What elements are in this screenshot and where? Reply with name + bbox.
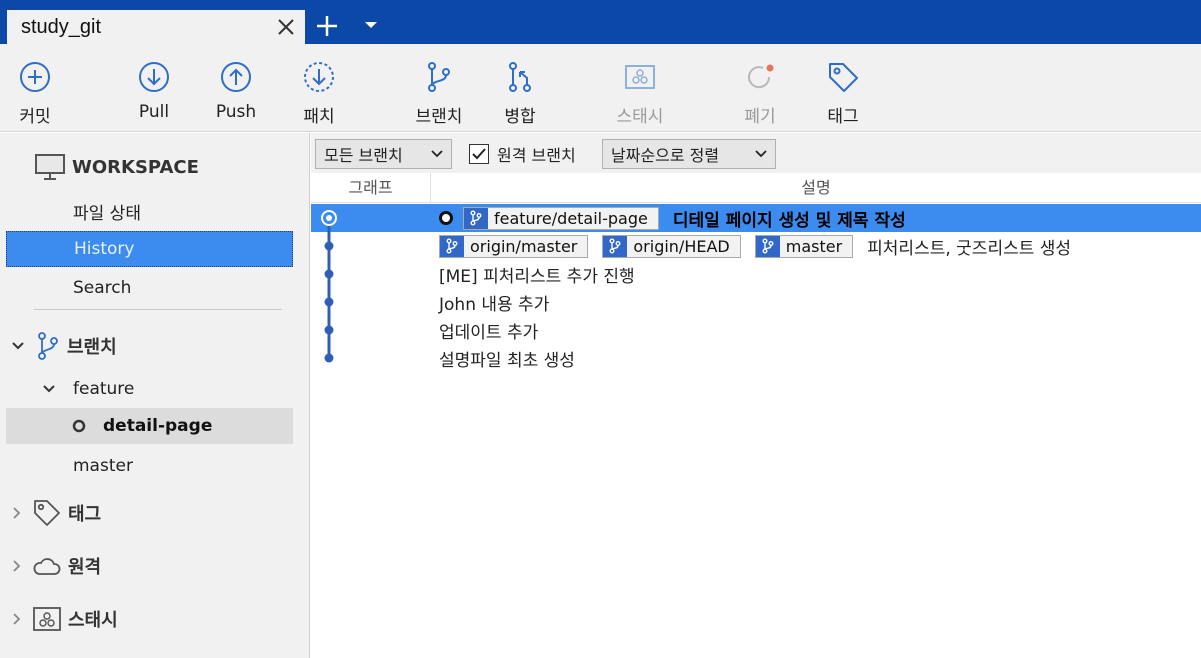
tag-button[interactable]: 태그 — [818, 44, 868, 132]
merge-icon — [509, 62, 531, 92]
graph-node — [324, 325, 334, 335]
table-row[interactable]: [ME] 피처리스트 추가 진행 — [311, 260, 1201, 288]
commit-plus-icon — [20, 62, 50, 92]
graph-node — [324, 297, 334, 307]
commit-description: feature/detail-page 디테일 페이지 생성 및 제목 작성 — [439, 204, 906, 232]
merge-button[interactable]: 병합 — [495, 44, 545, 132]
commit-description: 업데이트 추가 — [439, 316, 538, 344]
cloud-icon — [33, 558, 61, 575]
branch-badge[interactable]: feature/detail-page — [463, 206, 659, 230]
graph-node — [324, 353, 334, 363]
tag-icon — [829, 63, 858, 92]
stash-icon — [33, 607, 61, 631]
patch-button[interactable]: 패치 — [294, 44, 344, 132]
stash-icon — [625, 65, 655, 89]
current-branch-icon — [72, 419, 86, 433]
branch-icon — [464, 207, 488, 229]
chevron-down-icon — [431, 150, 443, 158]
branch-icon — [603, 235, 628, 257]
remote-branches-checkbox[interactable] — [469, 144, 489, 164]
chevron-right-icon[interactable] — [12, 612, 22, 626]
commit-message: [ME] 피처리스트 추가 진행 — [439, 266, 635, 287]
branch-badge-label: master — [785, 236, 843, 256]
toolbar: 커밋 Pull Push 패치 브랜치 병합 스태시 폐기 태그 — [0, 44, 1201, 132]
chevron-down-icon[interactable] — [364, 20, 378, 30]
chevron-right-icon[interactable] — [12, 559, 22, 573]
branch-badge[interactable]: origin/master — [439, 234, 589, 258]
sidebar-item-file-status[interactable]: 파일 상태 — [6, 193, 293, 229]
graph-node — [324, 269, 334, 279]
discard-button[interactable]: 폐기 — [735, 44, 785, 132]
plus-icon[interactable] — [315, 14, 339, 38]
filter-bar: 모든 브랜치 원격 브랜치 날짜순으로 정렬 — [311, 133, 1201, 173]
arrow-down-icon — [139, 62, 169, 92]
commit-description: origin/master origin/HEAD master 피처리스트, 굿즈리… — [439, 232, 1071, 260]
commit-description: John 내용 추가 — [439, 288, 549, 316]
push-button[interactable]: Push — [211, 44, 261, 132]
sidebar-item-feature-folder[interactable]: feature — [6, 371, 293, 407]
tag-icon — [34, 500, 60, 526]
commit-description: 설명파일 최초 생성 — [439, 344, 575, 372]
sidebar-item-detail-page[interactable]: detail-page — [6, 408, 293, 444]
stash-button[interactable]: 스태시 — [610, 44, 670, 132]
column-header: 그래프 설명 — [311, 173, 1201, 203]
table-row[interactable]: origin/master origin/HEAD master 피처리스트, 굿즈리… — [311, 232, 1201, 260]
commit-message: 업데이트 추가 — [439, 322, 539, 343]
branch-button[interactable]: 브랜치 — [409, 44, 469, 132]
patch-icon — [304, 62, 334, 92]
commit-message: 디테일 페이지 생성 및 제목 작성 — [672, 210, 906, 231]
chevron-down-icon[interactable] — [42, 384, 56, 394]
arrow-up-icon — [221, 62, 251, 92]
commit-message: John 내용 추가 — [439, 294, 550, 315]
sidebar-tags-header[interactable]: 태그 — [6, 495, 293, 531]
chevron-down-icon[interactable] — [11, 341, 25, 351]
head-marker-icon — [439, 211, 453, 225]
table-row[interactable]: 설명파일 최초 생성 — [311, 344, 1201, 372]
branch-badge[interactable]: origin/HEAD — [602, 234, 741, 258]
table-row[interactable]: feature/detail-page 디테일 페이지 생성 및 제목 작성 — [311, 204, 1201, 232]
sort-dropdown[interactable]: 날짜순으로 정렬 — [602, 139, 776, 169]
branch-badge[interactable]: master — [754, 234, 854, 258]
sidebar-item-history[interactable]: History — [6, 231, 293, 267]
commit-message: 피처리스트, 굿즈리스트 생성 — [867, 238, 1072, 259]
sidebar-item-master[interactable]: master — [6, 448, 293, 484]
graph-column-header[interactable]: 그래프 — [311, 173, 431, 203]
branch-badge-label: origin/master — [470, 236, 578, 256]
branch-icon — [755, 235, 780, 257]
branch-badge-label: feature/detail-page — [494, 208, 648, 228]
close-icon[interactable] — [275, 16, 297, 38]
remote-branches-toggle[interactable]: 원격 브랜치 — [469, 141, 576, 167]
table-row[interactable]: John 내용 추가 — [311, 288, 1201, 316]
chevron-down-icon — [755, 150, 767, 158]
discard-icon — [748, 64, 774, 89]
chevron-right-icon[interactable] — [12, 506, 22, 520]
table-row[interactable]: 업데이트 추가 — [311, 316, 1201, 344]
sidebar-workspace-header[interactable]: WORKSPACE — [6, 149, 293, 185]
commit-message: 설명파일 최초 생성 — [439, 350, 575, 371]
branch-badge-label: origin/HEAD — [633, 236, 730, 256]
graph-node — [324, 241, 334, 251]
sidebar-item-search[interactable]: Search — [6, 270, 293, 306]
tab-bar: study_git — [0, 0, 1201, 44]
pull-button[interactable]: Pull — [129, 44, 179, 132]
checkmark-icon — [472, 148, 486, 160]
branch-icon — [38, 332, 58, 360]
sidebar-remotes-header[interactable]: 원격 — [6, 548, 293, 584]
branch-icon — [440, 235, 464, 257]
history-panel: 모든 브랜치 원격 브랜치 날짜순으로 정렬 그래프 설명 feature/de… — [311, 133, 1201, 658]
sidebar-branches-header[interactable]: 브랜치 — [6, 328, 293, 364]
graph-node-head-center — [326, 215, 332, 221]
description-column-header[interactable]: 설명 — [431, 173, 1201, 203]
tab-title: study_git — [21, 15, 102, 38]
commit-graph — [321, 210, 337, 363]
repo-tab[interactable]: study_git — [7, 10, 305, 44]
monitor-icon — [35, 154, 65, 180]
commit-button[interactable]: 커밋 — [10, 44, 60, 132]
branch-filter-dropdown[interactable]: 모든 브랜치 — [315, 139, 452, 169]
branch-icon — [428, 62, 450, 92]
commit-description: [ME] 피처리스트 추가 진행 — [439, 260, 635, 288]
sidebar-divider — [34, 309, 282, 310]
sidebar-stashes-header[interactable]: 스태시 — [6, 601, 293, 637]
sidebar: WORKSPACE 파일 상태 History Search 브랜치 featu… — [0, 133, 310, 658]
